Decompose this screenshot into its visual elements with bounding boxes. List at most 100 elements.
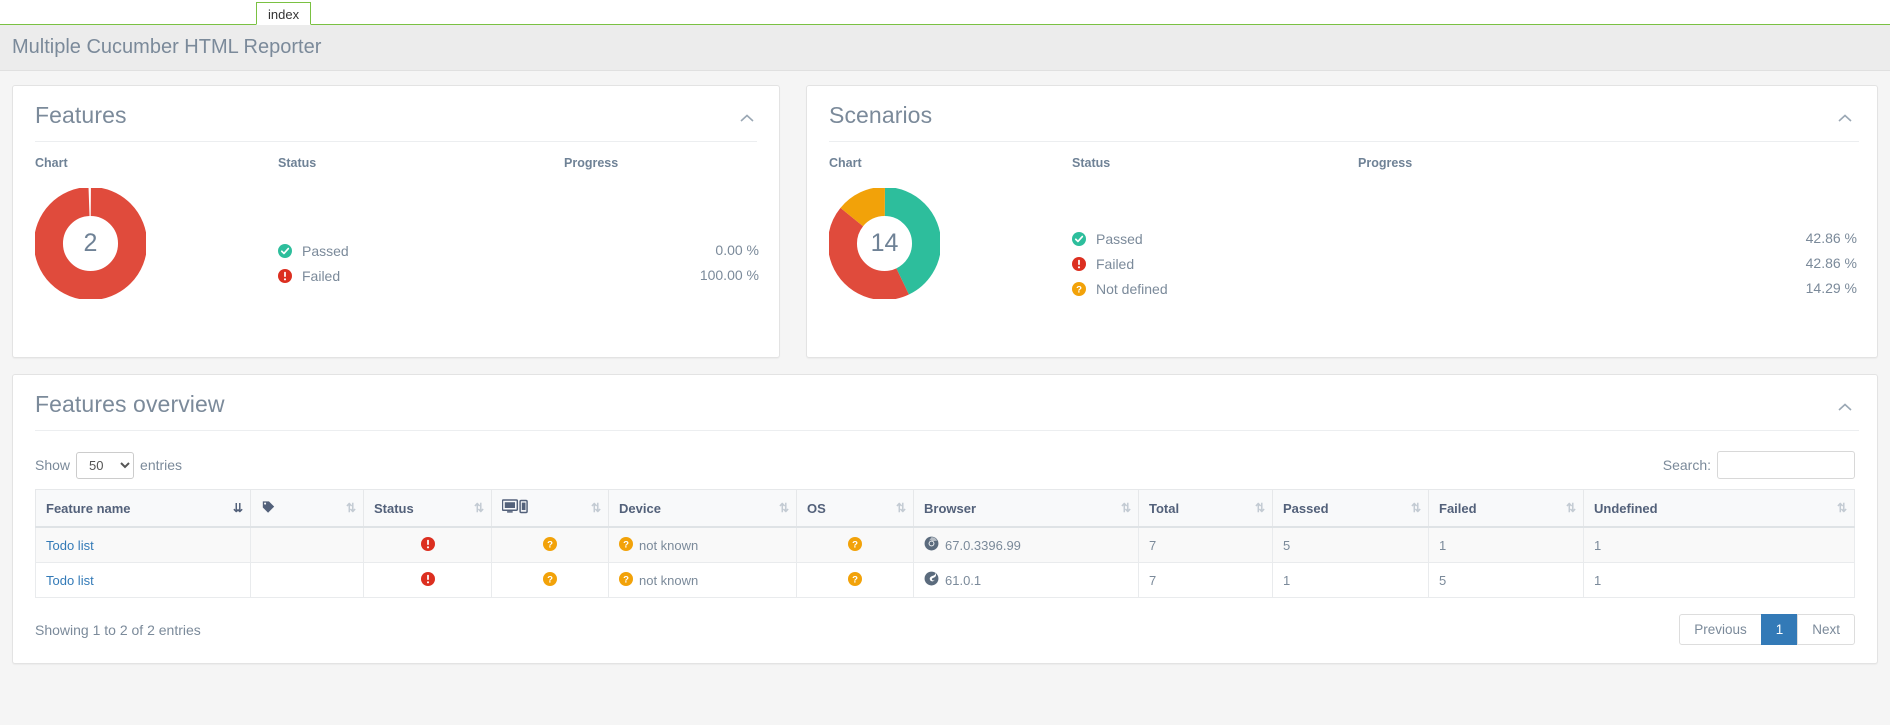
cell-tag <box>251 563 364 598</box>
column-label-os: OS <box>807 501 826 516</box>
column-label-status: Status <box>374 501 414 516</box>
scenarios-status-row-passed: Passed <box>1072 226 1358 251</box>
features-overview-divider <box>35 430 1859 431</box>
scenarios-chart-column: Chart 14 <box>829 156 1072 327</box>
column-header-total[interactable]: Total ⇅ <box>1139 490 1273 528</box>
features-status-spacer <box>278 188 564 238</box>
column-header-tag[interactable]: ⇅ <box>251 490 364 528</box>
cell-browser: 67.0.3396.99 <box>914 527 1139 563</box>
column-header-failed[interactable]: Failed ⇅ <box>1429 490 1584 528</box>
features-status-col-header: Status <box>278 156 564 170</box>
page-header: Multiple Cucumber HTML Reporter <box>0 25 1890 71</box>
features-overview-table: Feature name ⇊ ⇅ Status ⇅ <box>35 489 1855 598</box>
features-donut-chart: 2 <box>35 188 146 299</box>
column-label-browser: Browser <box>924 501 976 516</box>
notdefined-icon: ? <box>543 539 557 554</box>
browser-value: 67.0.3396.99 <box>945 538 1021 553</box>
cell-failed: 1 <box>1429 527 1584 563</box>
features-progress-passed: 0.00 % <box>564 238 761 263</box>
scenarios-status-spacer <box>1072 188 1358 226</box>
chevron-up-icon[interactable] <box>1837 110 1853 120</box>
column-header-undefined[interactable]: Undefined ⇅ <box>1584 490 1855 528</box>
pagination-next-button[interactable]: Next <box>1797 614 1855 645</box>
page-title: Multiple Cucumber HTML Reporter <box>12 36 321 59</box>
search-control: Search: <box>1663 451 1855 479</box>
sort-icon: ⇅ <box>779 501 788 515</box>
sort-icon: ⇅ <box>591 501 600 515</box>
column-label-passed: Passed <box>1283 501 1329 516</box>
features-status-row-failed: Failed <box>278 263 564 288</box>
cell-undefined: 1 <box>1584 563 1855 598</box>
cell-passed: 5 <box>1273 527 1429 563</box>
features-panel-title: Features <box>35 102 761 129</box>
column-header-browser[interactable]: Browser ⇅ <box>914 490 1139 528</box>
device-value: not known <box>639 573 698 588</box>
search-label: Search: <box>1663 457 1711 473</box>
features-overview-header: Features overview <box>13 375 1877 439</box>
feature-link[interactable]: Todo list <box>46 573 94 588</box>
svg-text:?: ? <box>623 539 629 550</box>
notdefined-icon: ? <box>848 539 862 554</box>
browser-value: 61.0.1 <box>945 573 981 588</box>
table-header: Feature name ⇊ ⇅ Status ⇅ <box>36 490 1855 528</box>
cell-passed: 1 <box>1273 563 1429 598</box>
cell-device-type: ? <box>492 563 609 598</box>
summary-row: Features Chart 2 Status <box>0 71 1890 358</box>
scenarios-donut-chart: 14 <box>829 188 940 299</box>
failed-icon <box>421 574 435 589</box>
column-header-passed[interactable]: Passed ⇅ <box>1273 490 1429 528</box>
column-header-feature-name[interactable]: Feature name ⇊ <box>36 490 251 528</box>
column-header-device-type[interactable]: ⇅ <box>492 490 609 528</box>
features-overview-title: Features overview <box>35 391 1859 418</box>
chevron-up-icon[interactable] <box>1837 399 1853 409</box>
browser-tab-label: index <box>268 7 299 22</box>
sort-icon: ⇅ <box>1255 501 1264 515</box>
cell-total: 7 <box>1139 563 1273 598</box>
sort-icon: ⇅ <box>1411 501 1420 515</box>
sort-icon: ⇅ <box>474 501 483 515</box>
column-header-device[interactable]: Device ⇅ <box>609 490 797 528</box>
column-header-status[interactable]: Status ⇅ <box>364 490 492 528</box>
entries-per-page-select[interactable]: 10 25 50 100 <box>76 452 134 479</box>
pagination-page-1-button[interactable]: 1 <box>1761 614 1799 645</box>
scenarios-progress-col-header: Progress <box>1358 156 1859 170</box>
notdefined-icon: ? <box>1072 282 1092 296</box>
features-panel-body: Chart 2 Status Passed <box>13 152 779 357</box>
scenarios-status-label-notdefined: Not defined <box>1092 281 1168 297</box>
scenarios-progress-notdefined: 14.29 % <box>1358 276 1859 301</box>
sort-icon: ⇅ <box>1121 501 1130 515</box>
features-progress-col-header: Progress <box>564 156 761 170</box>
datatable-info: Showing 1 to 2 of 2 entries <box>35 622 201 638</box>
failed-icon <box>421 539 435 554</box>
svg-text:?: ? <box>852 539 858 550</box>
sort-icon: ⇅ <box>1566 501 1575 515</box>
pagination-previous-button[interactable]: Previous <box>1679 614 1762 645</box>
scenarios-status-row-notdefined: ? Not defined <box>1072 276 1358 301</box>
failed-icon <box>1072 257 1092 271</box>
passed-icon <box>278 244 298 258</box>
browser-tab-strip: index <box>0 0 1890 25</box>
notdefined-icon: ? <box>848 574 862 589</box>
features-divider <box>35 141 757 142</box>
browser-tab-index[interactable]: index <box>256 2 311 25</box>
column-header-os[interactable]: OS ⇅ <box>797 490 914 528</box>
features-overview-panel: Features overview Show 10 25 50 100 entr… <box>12 374 1878 664</box>
features-status-label-passed: Passed <box>298 243 349 259</box>
scenarios-divider <box>829 141 1859 142</box>
scenarios-status-label-failed: Failed <box>1092 256 1134 272</box>
chevron-up-icon[interactable] <box>739 110 755 120</box>
feature-link[interactable]: Todo list <box>46 538 94 553</box>
sort-icon: ⇅ <box>346 501 355 515</box>
search-input[interactable] <box>1717 451 1855 479</box>
scenarios-status-col-header: Status <box>1072 156 1358 170</box>
table-row: Todo list ? <box>36 527 1855 563</box>
svg-text:?: ? <box>547 574 553 585</box>
column-label-undefined: Undefined <box>1594 501 1658 516</box>
notdefined-icon: ? <box>543 574 557 589</box>
tag-icon <box>261 502 276 517</box>
cell-os: ? <box>797 527 914 563</box>
table-row: Todo list ? <box>36 563 1855 598</box>
firefox-icon <box>924 571 939 589</box>
features-progress-spacer <box>564 188 761 238</box>
features-overview-wrap: Features overview Show 10 25 50 100 entr… <box>0 358 1890 664</box>
